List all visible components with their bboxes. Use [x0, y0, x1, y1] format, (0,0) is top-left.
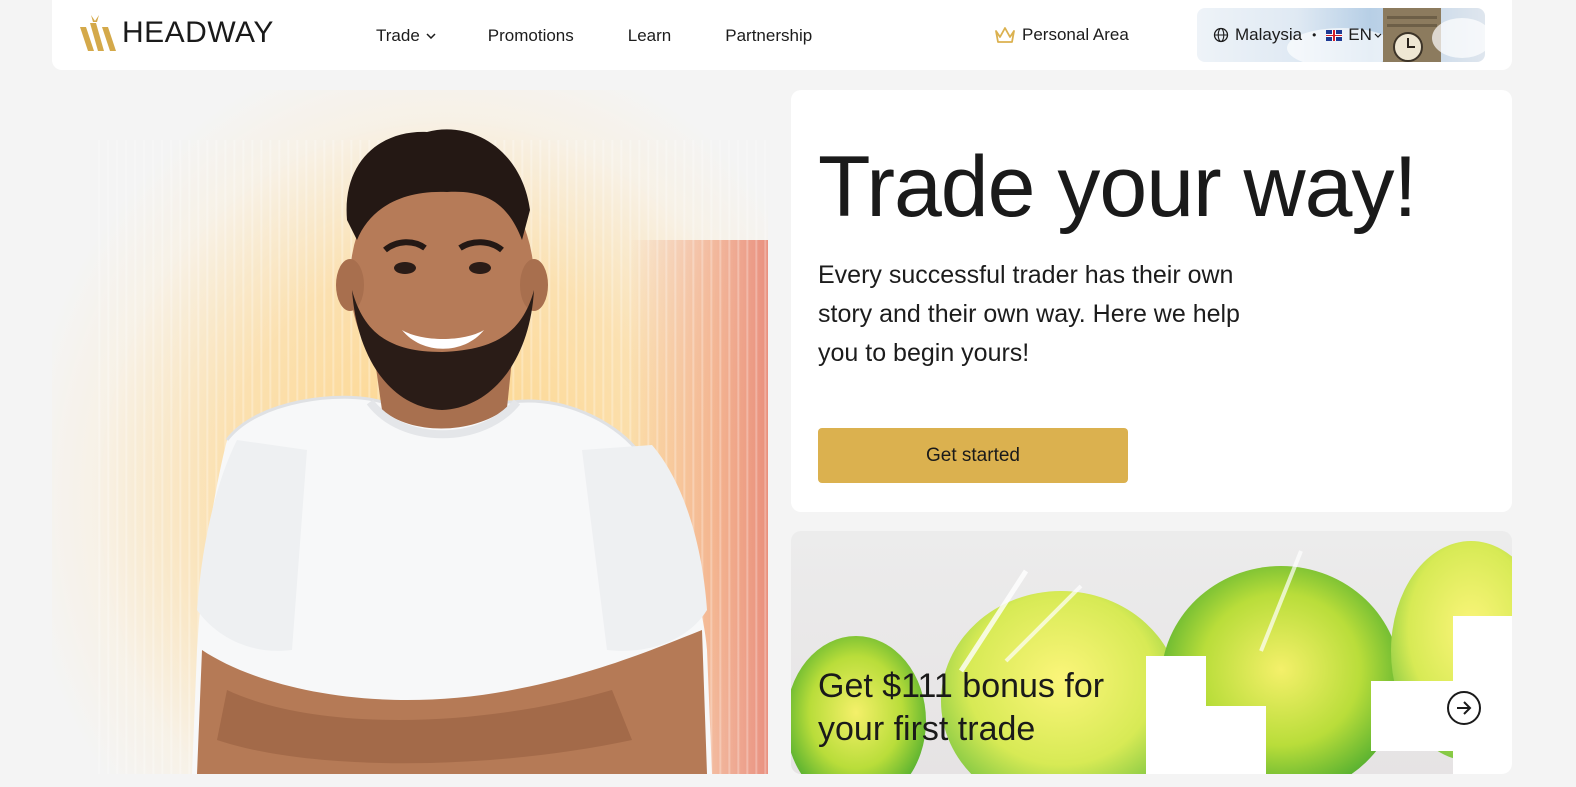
nav-partnership[interactable]: Partnership	[725, 26, 812, 46]
arrow-right-circle-icon	[1457, 701, 1472, 715]
crown-icon	[995, 27, 1015, 43]
hero-photo	[52, 90, 768, 774]
bonus-promo-card[interactable]: Get $111 bonus for your first trade	[791, 531, 1512, 774]
logo-text: HEADWAY	[122, 16, 274, 49]
personal-area-link[interactable]: Personal Area	[994, 25, 1129, 45]
clock-face	[1393, 32, 1423, 62]
locale-separator: •	[1312, 28, 1317, 42]
chevron-down-icon	[426, 33, 436, 39]
locale-selector[interactable]: Malaysia • EN	[1197, 8, 1485, 62]
promo-text-line2: your first trade	[818, 710, 1036, 748]
crown-stripes-icon	[80, 15, 116, 51]
locale-language: EN	[1348, 25, 1372, 44]
nav-trade[interactable]: Trade	[376, 26, 436, 46]
locale-background-cloud-2	[1432, 18, 1485, 58]
smiling-man-image	[192, 129, 712, 774]
headway-logo[interactable]: HEADWAY	[80, 13, 274, 53]
globe-icon	[1213, 27, 1229, 43]
nav-learn-label: Learn	[627, 26, 672, 45]
locale-text: Malaysia • EN	[1213, 25, 1382, 45]
nav-trade-label: Trade	[376, 26, 420, 45]
nav-promotions[interactable]: Promotions	[488, 26, 574, 46]
promo-arrow-button[interactable]	[1447, 691, 1481, 725]
hero-card: Trade your way! Every successful trader …	[791, 90, 1512, 512]
personal-area-label: Personal Area	[1022, 25, 1129, 44]
chevron-down-icon	[1374, 33, 1382, 38]
nav-partnership-label: Partnership	[725, 26, 813, 45]
locale-country: Malaysia	[1235, 25, 1303, 44]
site-header: HEADWAY Trade Promotions Learn Partnersh…	[52, 0, 1512, 70]
promo-text: Get $111 bonus for your first trade	[818, 665, 1148, 751]
main-nav: Trade Promotions Learn Partnership	[376, 26, 812, 46]
hero-title: Trade your way!	[818, 139, 1417, 235]
hero-subtitle: Every successful trader has their own st…	[818, 261, 1240, 367]
nav-learn[interactable]: Learn	[628, 26, 671, 46]
uk-flag-icon	[1326, 29, 1343, 41]
get-started-button[interactable]: Get started	[818, 428, 1128, 483]
nav-promotions-label: Promotions	[487, 26, 574, 45]
promo-text-line1: Get $111 bonus for	[818, 667, 1105, 705]
